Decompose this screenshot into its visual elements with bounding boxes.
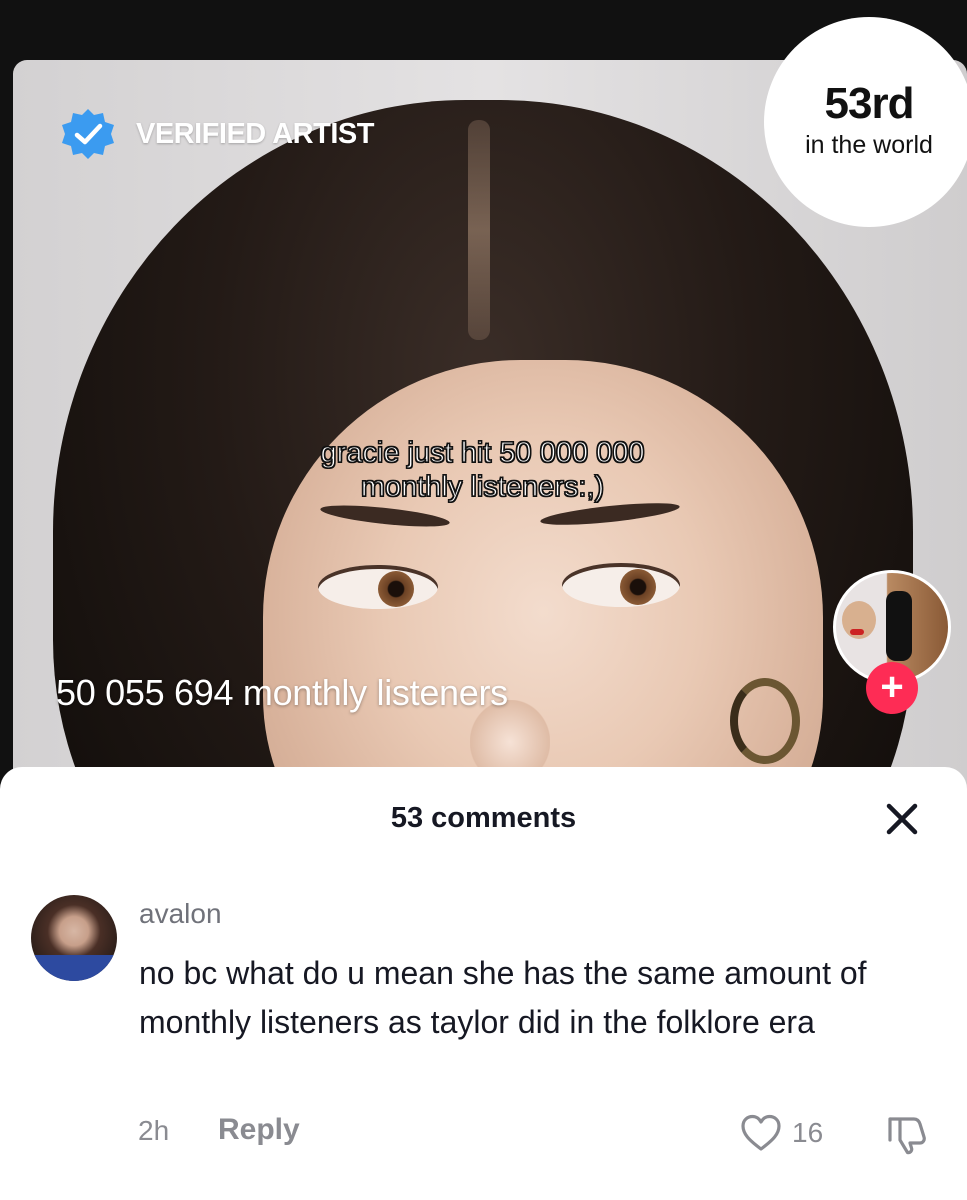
verified-artist-label: VERIFIED ARTIST [136,117,374,150]
right-eye [562,563,680,607]
left-eye [318,565,438,609]
follow-plus-icon[interactable]: + [866,662,918,714]
video-caption: gracie just hit 50 000 000 monthly liste… [210,436,755,504]
hair-part [468,120,490,340]
thumbs-down-icon[interactable] [884,1113,930,1155]
like-count: 16 [792,1117,824,1148]
world-rank-badge: 53rd in the world [764,17,967,227]
earring [730,678,800,764]
comments-sheet: 53 comments avalon no bc what do u mean … [0,767,967,1200]
video-player[interactable]: VERIFIED ARTIST 53rd in the world gracie… [0,0,967,800]
caption-line-2: monthly listeners:,) [360,470,605,503]
comment-username[interactable]: avalon [139,898,222,930]
monthly-listeners-count: 50 055 694 monthly listeners [56,672,508,713]
rank-subtitle: in the world [805,130,933,159]
reply-button[interactable]: Reply [218,1113,300,1147]
comment-timestamp: 2h [138,1115,170,1146]
verified-artist-badge: VERIFIED ARTIST [58,108,374,160]
heart-icon[interactable] [739,1113,783,1153]
close-icon[interactable] [880,797,924,841]
verified-badge-icon [62,109,114,159]
comment-text: no bc what do u mean she has the same am… [139,955,867,1040]
commenter-avatar[interactable] [31,895,117,981]
comments-count-title: 53 comments [390,802,577,834]
rank-value: 53rd [824,78,915,128]
caption-line-1: gracie just hit 50 000 000 [320,436,645,469]
